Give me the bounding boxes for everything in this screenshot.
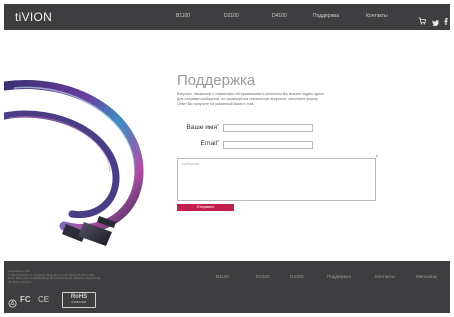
footer-nav-shops[interactable]: Магазины xyxy=(416,274,437,279)
footer-nav-d2100[interactable]: D2100 xyxy=(256,274,270,279)
recycle-icon xyxy=(8,295,17,313)
footer-nav-b1100[interactable]: B1100 xyxy=(216,274,229,279)
nav-item-b1100[interactable]: B1100 xyxy=(176,13,190,19)
intro-text: Вопросы, связанные с сервисным обслужива… xyxy=(177,92,397,107)
footer: Ascendant is INC © 2013 TiVION is a regi… xyxy=(4,261,450,313)
rohs-sublabel: COMPLIANT xyxy=(71,301,87,304)
footer-nav-support[interactable]: Поддержка xyxy=(327,274,351,279)
nav-item-support[interactable]: Поддержка xyxy=(313,13,339,19)
rohs-label: RoHS xyxy=(70,294,88,300)
page: tiVION B1100 D2100 D4100 Поддержка Конта… xyxy=(4,4,450,313)
email-label-text: Email xyxy=(200,140,218,147)
intro-line: Ответ Вы получите на указанный Вами e-ma… xyxy=(177,102,255,106)
name-label: Ваше имя* xyxy=(177,124,219,131)
footer-nav-d4100[interactable]: D4100 xyxy=(290,274,304,279)
footer-nav-contacts[interactable]: Контакты xyxy=(375,274,395,279)
required-mark: * xyxy=(217,124,219,130)
cart-icon[interactable] xyxy=(418,12,426,30)
rohs-badge: RoHS COMPLIANT xyxy=(62,292,96,308)
top-bar: tiVION B1100 D2100 D4100 Поддержка Конта… xyxy=(4,4,450,30)
ce-mark: CE xyxy=(38,295,50,304)
nav-item-d2100[interactable]: D2100 xyxy=(224,13,239,19)
nav-item-contacts[interactable]: Контакты xyxy=(366,13,388,19)
submit-button[interactable]: Отправить xyxy=(177,204,234,211)
message-textarea[interactable]: Сообщение xyxy=(177,158,376,201)
twitter-icon[interactable] xyxy=(432,13,439,31)
name-label-text: Ваше имя xyxy=(186,124,218,131)
message-placeholder: Сообщение xyxy=(181,162,200,166)
email-input[interactable] xyxy=(223,141,313,149)
nav-item-d4100[interactable]: D4100 xyxy=(272,13,287,19)
page-title: Поддержка xyxy=(177,72,256,89)
facebook-icon[interactable] xyxy=(444,12,448,30)
brand-logo[interactable]: tiVION xyxy=(15,10,52,24)
email-label: Email* xyxy=(177,140,219,147)
required-mark: * xyxy=(217,140,219,146)
hdmi-cable-image xyxy=(4,46,174,246)
name-input[interactable] xyxy=(223,124,313,132)
fc-mark: FC xyxy=(20,295,31,304)
message-required-mark: * xyxy=(376,155,378,161)
legal-line: All rights reserved. xyxy=(8,279,32,284)
legal-text: Ascendant is INC © 2013 TiVION is a regi… xyxy=(8,269,100,284)
